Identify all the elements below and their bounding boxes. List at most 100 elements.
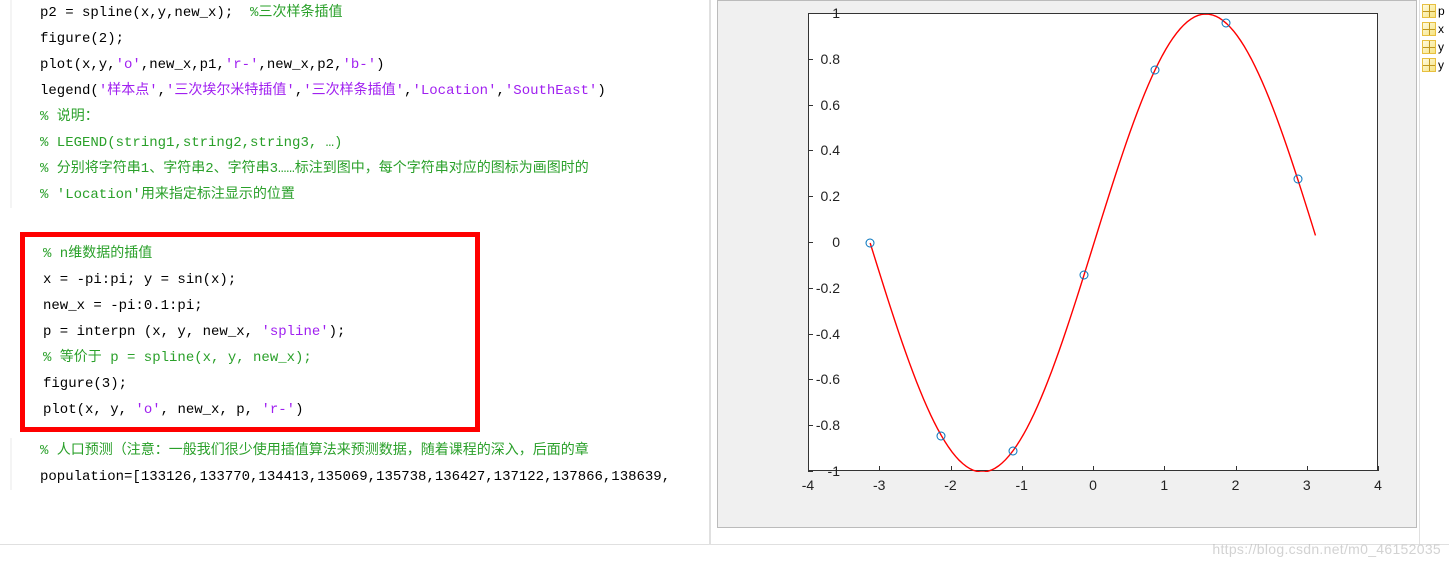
y-tick-label: -0.2 bbox=[760, 280, 840, 296]
code-text: p = interpn (x, y, new_x, bbox=[43, 324, 261, 340]
code-string: '三次埃尔米特插值' bbox=[166, 83, 295, 99]
x-tick-label: 1 bbox=[1160, 477, 1168, 493]
figure-window[interactable]: -1-0.8-0.6-0.4-0.200.20.40.60.81 -4-3-2-… bbox=[717, 0, 1417, 528]
variable-name: y bbox=[1438, 40, 1444, 54]
workspace-variable-row[interactable]: y bbox=[1420, 56, 1449, 74]
code-line[interactable]: % 人口预测（注意：一般我们很少使用插值算法来预测数据，随着课程的深入，后面的章 bbox=[10, 438, 709, 464]
code-editor-pane[interactable]: p2 = spline(x,y,new_x); %三次样条插值figure(2)… bbox=[0, 0, 710, 544]
workspace-variable-row[interactable]: p bbox=[1420, 2, 1449, 20]
x-tick-mark bbox=[951, 466, 952, 471]
code-line[interactable]: % n维数据的插值 bbox=[25, 241, 475, 267]
code-comment: % 人口预测（注意：一般我们很少使用插值算法来预测数据，随着课程的深入，后面的章 bbox=[40, 443, 589, 459]
code-comment: % LEGEND(string1,string2,string3, …) bbox=[40, 135, 342, 151]
code-string: '样本点' bbox=[99, 83, 158, 99]
code-comment: % 'Location'用来指定标注显示的位置 bbox=[40, 187, 295, 203]
code-text: legend( bbox=[40, 83, 99, 99]
workspace-variable-row[interactable]: x bbox=[1420, 20, 1449, 38]
code-string: 'SouthEast' bbox=[505, 83, 597, 99]
code-line[interactable]: p = interpn (x, y, new_x, 'spline'); bbox=[25, 319, 475, 345]
code-text: ,new_x,p2, bbox=[258, 57, 342, 73]
code-line[interactable]: figure(3); bbox=[25, 371, 475, 397]
code-string: 'o' bbox=[135, 402, 160, 418]
code-string: '三次样条插值' bbox=[303, 83, 404, 99]
x-tick-label: -1 bbox=[1016, 477, 1028, 493]
variable-icon bbox=[1422, 22, 1436, 36]
chart-axes[interactable] bbox=[808, 13, 1378, 471]
code-line[interactable]: % 说明： bbox=[10, 104, 709, 130]
code-string: 'Location' bbox=[412, 83, 496, 99]
chart-line-series bbox=[809, 14, 1379, 472]
code-string: 'spline' bbox=[261, 324, 328, 340]
y-tick-mark bbox=[808, 242, 813, 243]
scatter-marker bbox=[1079, 271, 1088, 280]
code-text: plot(x,y, bbox=[40, 57, 116, 73]
x-tick-label: -2 bbox=[944, 477, 956, 493]
code-comment: % n维数据的插值 bbox=[43, 246, 152, 262]
scatter-marker bbox=[866, 239, 875, 248]
code-text: ,new_x,p1, bbox=[141, 57, 225, 73]
y-tick-label: 0.8 bbox=[760, 51, 840, 67]
code-text: , bbox=[295, 83, 303, 99]
code-text: p2 = spline(x,y,new_x); bbox=[40, 5, 250, 21]
code-string: 'b-' bbox=[342, 57, 376, 73]
code-string: 'o' bbox=[116, 57, 141, 73]
y-tick-mark bbox=[808, 379, 813, 380]
y-tick-label: -0.4 bbox=[760, 326, 840, 342]
x-tick-mark bbox=[1022, 466, 1023, 471]
scatter-marker bbox=[1151, 65, 1160, 74]
code-line[interactable]: figure(2); bbox=[10, 26, 709, 52]
y-tick-mark bbox=[808, 334, 813, 335]
code-line[interactable]: plot(x, y, 'o', new_x, p, 'r-') bbox=[25, 397, 475, 423]
y-tick-label: -0.6 bbox=[760, 371, 840, 387]
x-tick-mark bbox=[1236, 466, 1237, 471]
code-line[interactable]: % 'Location'用来指定标注显示的位置 bbox=[10, 182, 709, 208]
scatter-marker bbox=[1222, 19, 1231, 28]
x-tick-mark bbox=[879, 466, 880, 471]
y-tick-label: 1 bbox=[760, 5, 840, 21]
y-tick-label: -1 bbox=[760, 463, 840, 479]
watermark-text: https://blog.csdn.net/m0_46152035 bbox=[1212, 541, 1441, 557]
y-tick-label: -0.8 bbox=[760, 417, 840, 433]
code-line[interactable]: % LEGEND(string1,string2,string3, …) bbox=[10, 130, 709, 156]
code-line[interactable]: new_x = -pi:0.1:pi; bbox=[25, 293, 475, 319]
code-line[interactable]: population=[133126,133770,134413,135069,… bbox=[10, 464, 709, 490]
y-tick-mark bbox=[808, 288, 813, 289]
x-tick-mark bbox=[808, 466, 809, 471]
code-text: ) bbox=[376, 57, 384, 73]
code-text: figure(3); bbox=[43, 376, 127, 392]
code-text: ) bbox=[295, 402, 303, 418]
code-string: 'r-' bbox=[261, 402, 295, 418]
y-tick-label: 0.2 bbox=[760, 188, 840, 204]
y-tick-label: 0.6 bbox=[760, 97, 840, 113]
code-line[interactable]: x = -pi:pi; y = sin(x); bbox=[25, 267, 475, 293]
y-tick-mark bbox=[808, 13, 813, 14]
y-tick-mark bbox=[808, 59, 813, 60]
y-tick-mark bbox=[808, 105, 813, 106]
code-text: ) bbox=[597, 83, 631, 99]
y-tick-label: 0 bbox=[760, 234, 840, 250]
y-tick-mark bbox=[808, 150, 813, 151]
x-tick-label: 4 bbox=[1374, 477, 1382, 493]
code-text: ); bbox=[329, 324, 346, 340]
variable-icon bbox=[1422, 4, 1436, 18]
code-line[interactable]: % 等价于 p = spline(x, y, new_x); bbox=[25, 345, 475, 371]
x-tick-label: 3 bbox=[1303, 477, 1311, 493]
code-comment: % 等价于 p = spline(x, y, new_x); bbox=[43, 350, 312, 366]
scatter-marker bbox=[1293, 175, 1302, 184]
code-text: , new_x, p, bbox=[161, 402, 262, 418]
x-tick-mark bbox=[1307, 466, 1308, 471]
code-line[interactable]: p2 = spline(x,y,new_x); %三次样条插值 bbox=[10, 0, 709, 26]
scatter-marker bbox=[1008, 447, 1017, 456]
code-text: population=[133126,133770,134413,135069,… bbox=[40, 469, 670, 485]
code-line[interactable]: % 分别将字符串1、字符串2、字符串3……标注到图中，每个字符串对应的图标为画图… bbox=[10, 156, 709, 182]
workspace-variable-row[interactable]: y bbox=[1420, 38, 1449, 56]
workspace-panel[interactable]: pxyy bbox=[1419, 0, 1449, 561]
x-tick-label: 2 bbox=[1232, 477, 1240, 493]
scatter-marker bbox=[937, 431, 946, 440]
code-line[interactable]: legend('样本点','三次埃尔米特插值','三次样条插值','Locati… bbox=[10, 78, 709, 104]
code-text: new_x = -pi:0.1:pi; bbox=[43, 298, 203, 314]
code-line[interactable]: plot(x,y,'o',new_x,p1,'r-',new_x,p2,'b-'… bbox=[10, 52, 709, 78]
code-text: x = -pi:pi; y = sin(x); bbox=[43, 272, 236, 288]
y-tick-mark bbox=[808, 471, 813, 472]
x-tick-mark bbox=[1164, 466, 1165, 471]
